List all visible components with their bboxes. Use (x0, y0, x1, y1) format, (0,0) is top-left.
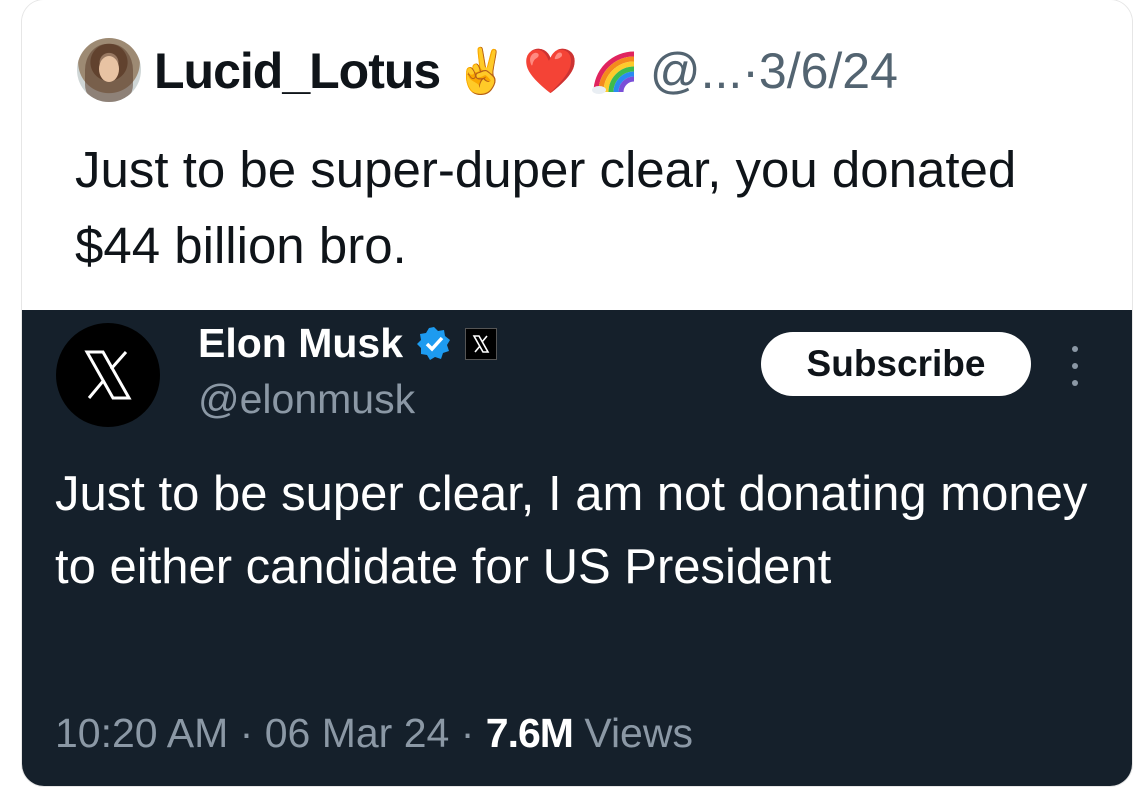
author-name[interactable]: Elon Musk (198, 320, 403, 367)
reply-text: Just to be super-duper clear, you donate… (75, 141, 1017, 274)
views-label: Views (584, 710, 693, 756)
separator: · (239, 710, 254, 756)
tweet-time[interactable]: 10:20 AM (55, 710, 228, 756)
quoted-tweet[interactable]: Elon Musk @elonmusk Subscribe Just to be… (22, 310, 1132, 786)
more-icon[interactable] (1068, 346, 1082, 386)
reply-header: Lucid_Lotus ✌️ ❤️ @...·3/6/24 (154, 36, 898, 106)
subscribe-button[interactable]: Subscribe (761, 332, 1031, 396)
tweet-date[interactable]: 06 Mar 24 (265, 710, 450, 756)
verified-badge-icon (417, 326, 451, 360)
x-badge-icon (465, 327, 498, 360)
heart-emoji: ❤️ (523, 46, 578, 97)
peace-hand-emoji: ✌️ (454, 46, 510, 97)
views-count: 7.6M (485, 710, 574, 756)
reply-tweet[interactable]: Lucid_Lotus ✌️ ❤️ @...·3/6/24 Just to be… (22, 0, 1132, 310)
handle-date[interactable]: @...·3/6/24 (650, 42, 898, 100)
author-name-row: Elon Musk (198, 320, 498, 367)
rainbow-icon (591, 51, 635, 94)
display-name[interactable]: Lucid_Lotus (154, 42, 441, 100)
tweet-card: Lucid_Lotus ✌️ ❤️ @...·3/6/24 Just to be… (22, 0, 1132, 786)
separator: · (460, 710, 475, 756)
avatar[interactable] (77, 38, 141, 102)
author-handle[interactable]: @elonmusk (198, 376, 415, 423)
x-logo-icon[interactable] (56, 323, 160, 427)
quoted-text: Just to be super clear, I am not donatin… (55, 467, 1088, 594)
tweet-meta: 10:20 AM · 06 Mar 24 · 7.6M Views (55, 710, 693, 757)
